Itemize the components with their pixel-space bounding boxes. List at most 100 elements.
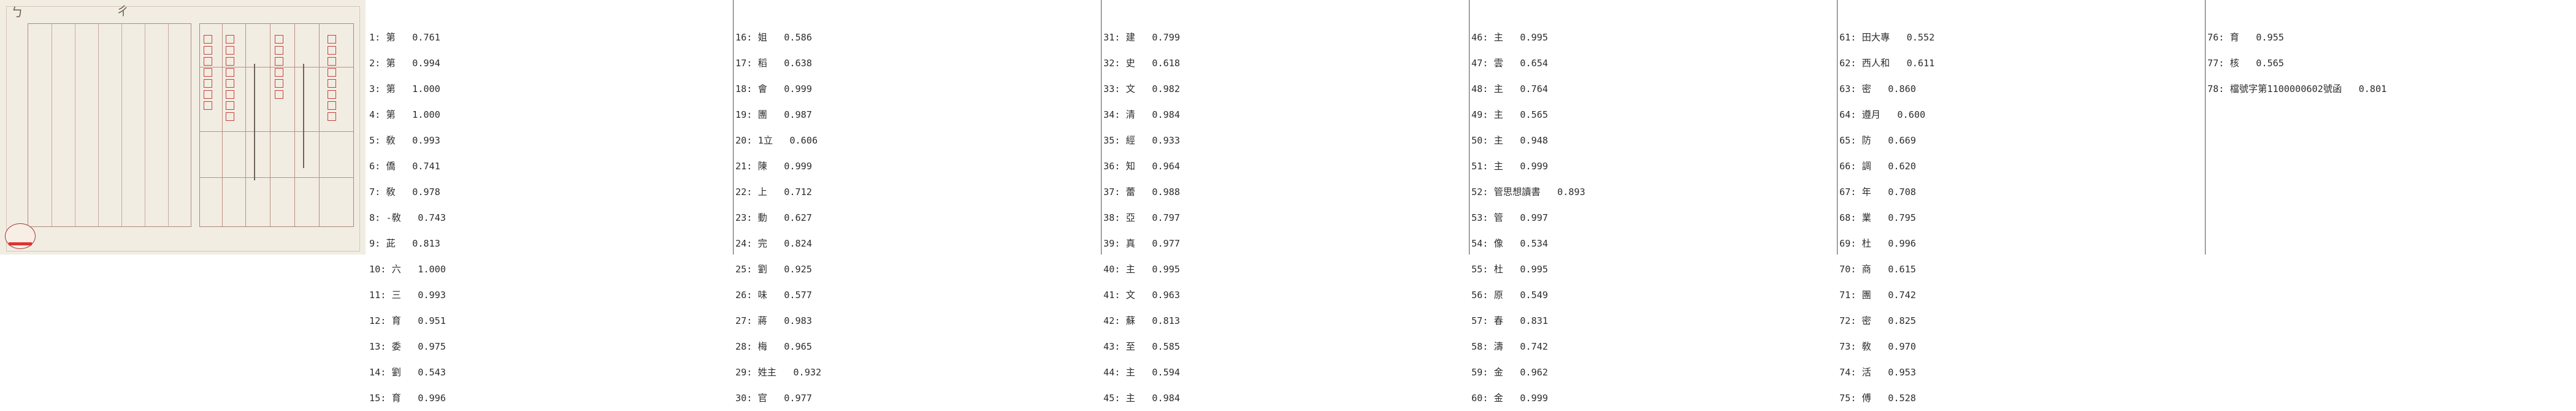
column-divider (1837, 0, 1838, 255)
result-column: 76: 育 0.955 77: 核 0.565 78: 檔號字第11000006… (2207, 16, 2386, 102)
result-row: 18: 會 0.999 (735, 83, 812, 94)
result-row: 74: 活 0.953 (1839, 367, 1916, 378)
result-row: 49: 主 0.565 (1471, 109, 1548, 120)
column-divider (733, 0, 734, 255)
result-column: 46: 主 0.995 47: 雲 0.654 48: 主 0.764 49: … (1471, 16, 1585, 411)
seal-stamp (5, 223, 36, 249)
result-row: 9: 茈 0.813 (369, 238, 440, 249)
result-row: 55: 杜 0.995 (1471, 264, 1548, 275)
result-row: 4: 第 1.000 (369, 109, 440, 120)
result-row: 68: 業 0.795 (1839, 212, 1916, 223)
result-row: 38: 亞 0.797 (1103, 212, 1180, 223)
result-row: 70: 商 0.615 (1839, 264, 1916, 275)
result-row: 73: 敎 0.970 (1839, 341, 1916, 352)
result-row: 6: 僑 0.741 (369, 161, 440, 172)
result-row: 5: 敎 0.993 (369, 135, 440, 146)
red-stamp-column (226, 35, 234, 123)
corner-mark-center: ㄔ (117, 4, 129, 18)
column-divider (1469, 0, 1470, 255)
result-row: 32: 史 0.618 (1103, 58, 1180, 69)
result-row: 24: 完 0.824 (735, 238, 812, 249)
result-row: 37: 蕾 0.988 (1103, 186, 1180, 198)
result-row: 54: 像 0.534 (1471, 238, 1548, 249)
result-row: 29: 姓主 0.932 (735, 367, 822, 378)
result-row: 64: 遵月 0.600 (1839, 109, 1926, 120)
result-row: 36: 知 0.964 (1103, 161, 1180, 172)
red-form-table (199, 23, 354, 227)
result-row: 51: 主 0.999 (1471, 161, 1548, 172)
result-row: 8: -敎 0.743 (369, 212, 446, 223)
result-row: 12: 育 0.951 (369, 315, 446, 326)
ruled-writing-area (28, 23, 191, 227)
result-row: 15: 育 0.996 (369, 393, 446, 404)
result-row: 48: 主 0.764 (1471, 83, 1548, 94)
result-row: 30: 官 0.977 (735, 393, 812, 404)
result-row: 13: 委 0.975 (369, 341, 446, 352)
result-row: 31: 建 0.799 (1103, 32, 1180, 43)
column-divider (2205, 0, 2206, 255)
result-row: 10: 六 1.000 (369, 264, 446, 275)
result-row: 28: 梅 0.965 (735, 341, 812, 352)
column-divider (1101, 0, 1102, 255)
result-row: 3: 第 1.000 (369, 83, 440, 94)
result-row: 7: 敎 0.978 (369, 186, 440, 198)
result-row: 75: 傅 0.528 (1839, 393, 1916, 404)
result-row: 60: 金 0.999 (1471, 393, 1548, 404)
result-row: 76: 育 0.955 (2207, 32, 2284, 43)
result-row: 33: 文 0.982 (1103, 83, 1180, 94)
result-row: 59: 金 0.962 (1471, 367, 1548, 378)
red-stamp-column (328, 35, 336, 123)
result-row: 65: 防 0.669 (1839, 135, 1916, 146)
result-row: 72: 密 0.825 (1839, 315, 1916, 326)
handwriting-stroke (254, 64, 255, 180)
result-row: 71: 團 0.742 (1839, 290, 1916, 301)
result-row: 40: 主 0.995 (1103, 264, 1180, 275)
result-column: 61: 田大專 0.552 62: 西人和 0.611 63: 密 0.860 … (1839, 16, 1934, 411)
result-row: 11: 三 0.993 (369, 290, 446, 301)
red-stamp-column (275, 35, 283, 101)
corner-mark-left: ㄅ (11, 5, 23, 20)
result-row: 26: 味 0.577 (735, 290, 812, 301)
result-row: 56: 原 0.549 (1471, 290, 1548, 301)
result-row: 77: 核 0.565 (2207, 58, 2284, 69)
result-row: 14: 劉 0.543 (369, 367, 446, 378)
result-row: 1: 第 0.761 (369, 32, 440, 43)
result-column: 16: 姐 0.586 17: 稻 0.638 18: 會 0.999 19: … (735, 16, 821, 411)
result-row: 61: 田大專 0.552 (1839, 32, 1935, 43)
result-row: 46: 主 0.995 (1471, 32, 1548, 43)
result-row: 58: 濤 0.742 (1471, 341, 1548, 352)
result-row: 41: 文 0.963 (1103, 290, 1180, 301)
result-row: 45: 主 0.984 (1103, 393, 1180, 404)
result-row: 27: 蔣 0.983 (735, 315, 812, 326)
result-row: 21: 陳 0.999 (735, 161, 812, 172)
result-row: 39: 真 0.977 (1103, 238, 1180, 249)
result-row: 20: 1立 0.606 (735, 135, 818, 146)
result-row: 22: 上 0.712 (735, 186, 812, 198)
result-row: 50: 主 0.948 (1471, 135, 1548, 146)
result-row: 35: 經 0.933 (1103, 135, 1180, 146)
result-row: 47: 雲 0.654 (1471, 58, 1548, 69)
red-stamp-column (204, 35, 212, 112)
result-row: 53: 管 0.997 (1471, 212, 1548, 223)
result-row: 63: 密 0.860 (1839, 83, 1916, 94)
result-row: 25: 劉 0.925 (735, 264, 812, 275)
result-row: 62: 西人和 0.611 (1839, 58, 1935, 69)
result-row: 52: 管思想讀書 0.893 (1471, 186, 1585, 198)
document-scan: ㄅ ㄔ (0, 0, 366, 255)
result-row: 66: 調 0.620 (1839, 161, 1916, 172)
result-row: 16: 姐 0.586 (735, 32, 812, 43)
result-row: 17: 稻 0.638 (735, 58, 812, 69)
result-column: 1: 第 0.761 2: 第 0.994 3: 第 1.000 4: 第 1.… (369, 16, 446, 411)
result-row: 23: 動 0.627 (735, 212, 812, 223)
result-row: 42: 蘇 0.813 (1103, 315, 1180, 326)
result-column: 31: 建 0.799 32: 史 0.618 33: 文 0.982 34: … (1103, 16, 1180, 411)
result-row: 67: 年 0.708 (1839, 186, 1916, 198)
result-row: 19: 團 0.987 (735, 109, 812, 120)
result-row: 78: 檔號字第1100000602號函 0.801 (2207, 83, 2387, 94)
result-row: 34: 清 0.984 (1103, 109, 1180, 120)
result-row: 43: 至 0.585 (1103, 341, 1180, 352)
result-row: 57: 春 0.831 (1471, 315, 1548, 326)
handwriting-stroke (303, 64, 304, 168)
result-row: 2: 第 0.994 (369, 58, 440, 69)
result-row: 44: 主 0.594 (1103, 367, 1180, 378)
